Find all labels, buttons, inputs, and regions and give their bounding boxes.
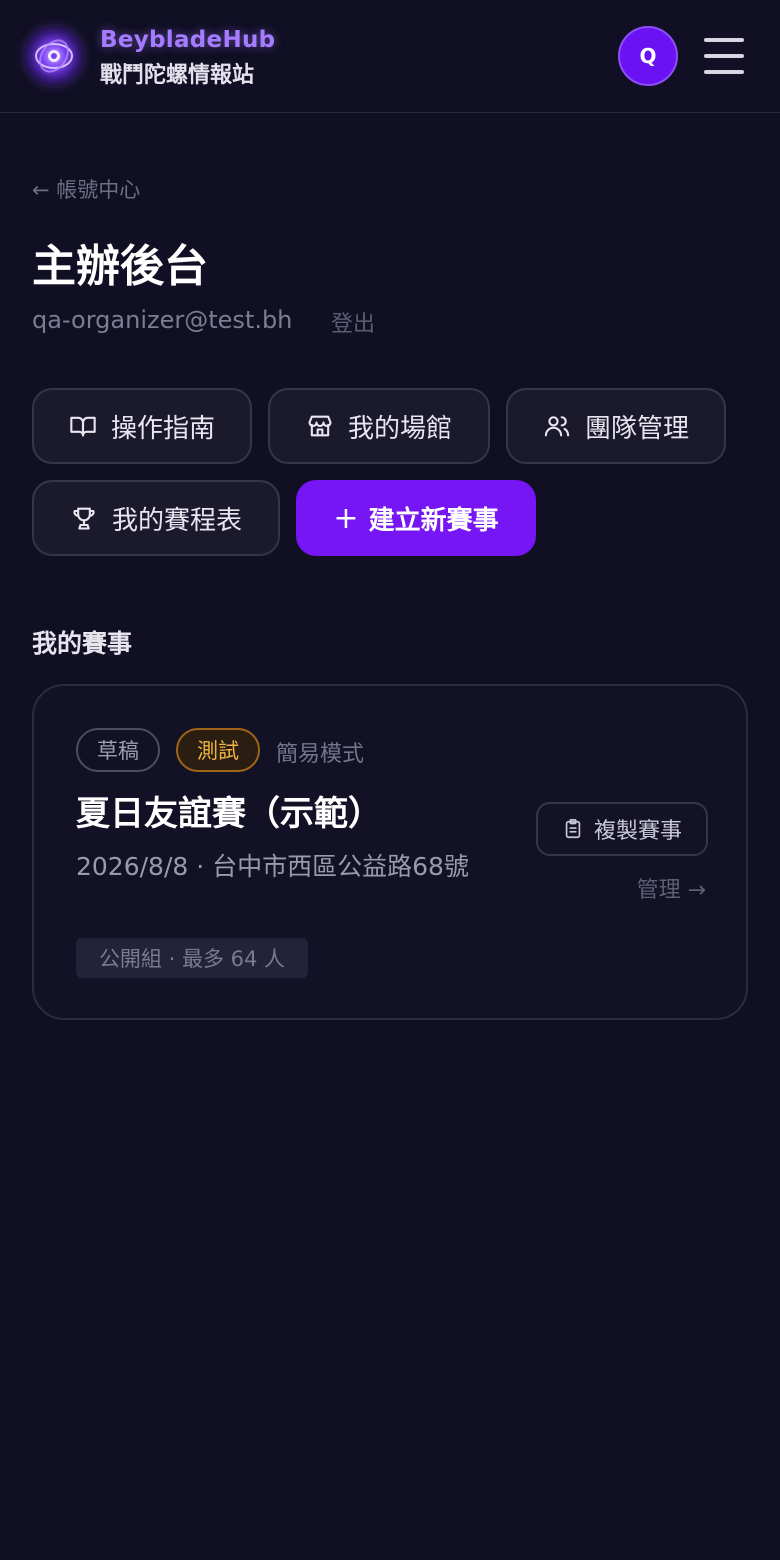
hamburger-menu-icon[interactable] xyxy=(702,34,746,78)
team-management-button-label: 團隊管理 xyxy=(584,413,689,444)
event-card[interactable]: 草稿 測試 簡易模式 夏日友誼賽（示範） 2026/8/8 · 台中市西區公益路… xyxy=(32,684,748,1020)
event-date-location: 2026/8/8 · 台中市西區公益路68號 xyxy=(76,852,469,881)
copy-event-button[interactable]: 複製賽事 xyxy=(536,802,708,856)
clipboard-icon xyxy=(565,819,581,839)
app-header: BeybladeHub 戰鬥陀螺情報站 Q xyxy=(0,0,780,113)
manage-event-link[interactable]: 管理 → xyxy=(637,872,706,904)
brand-name[interactable]: BeybladeHub xyxy=(100,27,275,53)
team-management-button[interactable]: 團隊管理 xyxy=(506,388,726,464)
plus-icon: + xyxy=(333,500,359,536)
organizer-dashboard: BeybladeHub 戰鬥陀螺情報站 Q ← 帳號中心 主辦後台 qa-org… xyxy=(0,0,780,1560)
trophy-icon xyxy=(73,507,95,530)
test-badge: 測試 xyxy=(176,728,260,772)
create-event-button[interactable]: + 建立新賽事 xyxy=(296,480,536,556)
event-title[interactable]: 夏日友誼賽（示範） xyxy=(76,786,382,835)
event-division-tag: 公開組 · 最多 64 人 xyxy=(76,938,308,978)
draft-badge: 草稿 xyxy=(76,728,160,772)
mode-label: 簡易模式 xyxy=(276,742,365,767)
create-event-button-label: 建立新賽事 xyxy=(368,505,499,536)
my-schedule-button[interactable]: 我的賽程表 xyxy=(32,480,280,556)
logout-link[interactable]: 登出 xyxy=(331,306,375,338)
guide-button-label: 操作指南 xyxy=(110,413,215,444)
back-to-account-link[interactable]: ← 帳號中心 xyxy=(32,174,140,204)
book-icon xyxy=(70,416,96,437)
store-icon xyxy=(308,415,332,437)
users-icon xyxy=(544,416,570,437)
my-events-heading: 我的賽事 xyxy=(32,629,133,658)
brand-subtitle: 戰鬥陀螺情報站 xyxy=(100,63,255,88)
beyblade-logo-icon[interactable] xyxy=(24,26,84,86)
copy-event-button-label: 複製賽事 xyxy=(593,819,682,844)
user-email: qa-organizer@test.bh xyxy=(32,306,293,334)
page-title: 主辦後台 xyxy=(32,241,208,292)
guide-button[interactable]: 操作指南 xyxy=(32,388,252,464)
my-schedule-button-label: 我的賽程表 xyxy=(111,505,242,536)
my-venues-button[interactable]: 我的場館 xyxy=(268,388,490,464)
user-avatar[interactable]: Q xyxy=(618,26,678,86)
my-venues-button-label: 我的場館 xyxy=(347,413,452,444)
